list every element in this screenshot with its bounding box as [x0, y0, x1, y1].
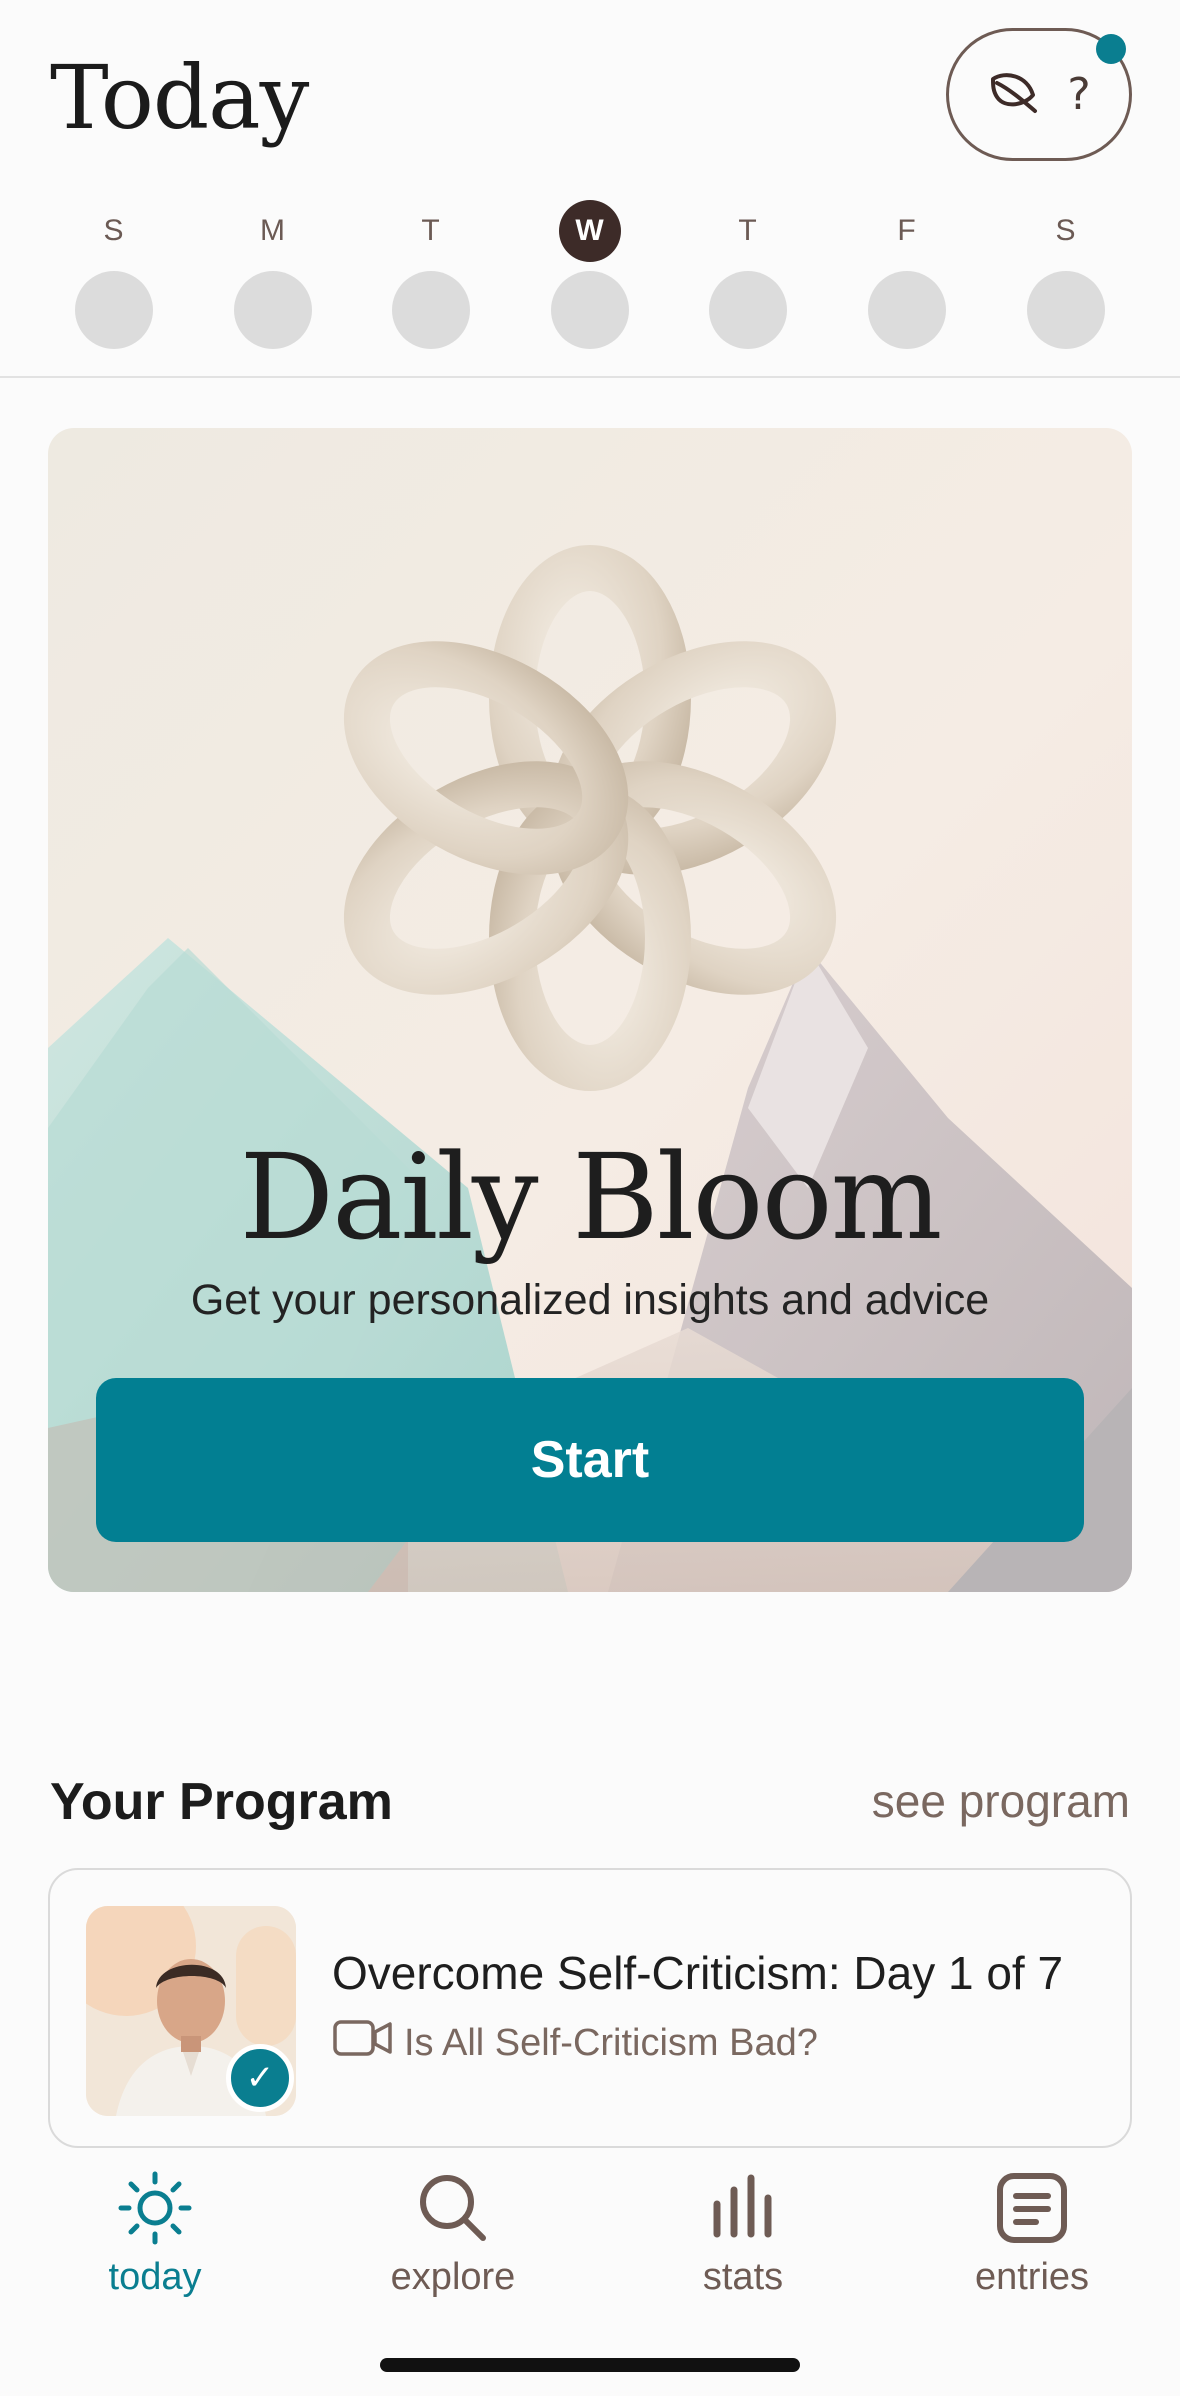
day-progress-circle	[868, 271, 946, 349]
search-icon	[343, 2168, 563, 2248]
day-letter: F	[897, 214, 917, 247]
bar-chart-icon	[633, 2168, 853, 2248]
day-letter: M	[260, 214, 286, 247]
day-monday[interactable]: M	[223, 200, 323, 349]
nav-today-label: today	[108, 2256, 202, 2298]
day-letter: T	[738, 214, 758, 247]
nav-explore[interactable]: explore	[343, 2168, 563, 2299]
lesson-title: Is All Self-Criticism Bad?	[404, 2021, 818, 2064]
nav-stats-label: stats	[702, 2256, 784, 2298]
program-name: Overcome Self-Criticism: Day 1 of 7	[332, 1947, 1064, 1999]
help-label: ?	[1067, 69, 1091, 120]
day-letter: T	[421, 214, 441, 247]
page-title: Today	[50, 46, 309, 149]
video-icon	[332, 2018, 394, 2068]
program-heading: Your Program	[50, 1773, 393, 1831]
day-thursday[interactable]: T	[698, 200, 798, 349]
nav-entries-label: entries	[974, 2256, 1090, 2298]
notification-dot	[1096, 34, 1126, 64]
see-program-link[interactable]: see program	[872, 1774, 1130, 1828]
day-letter: S	[1055, 214, 1077, 247]
day-wednesday[interactable]: W	[540, 200, 640, 349]
day-progress-circle	[1027, 271, 1105, 349]
program-lesson: Is All Self-Criticism Bad?	[332, 2018, 818, 2068]
start-button[interactable]: Start	[96, 1378, 1084, 1542]
day-progress-circle	[551, 271, 629, 349]
leaf-icon	[987, 69, 1041, 120]
day-letter: S	[103, 214, 125, 247]
sun-icon	[45, 2168, 265, 2248]
hero-subtitle: Get your personalized insights and advic…	[190, 1276, 990, 1324]
day-tuesday[interactable]: T	[381, 200, 481, 349]
nav-entries[interactable]: entries	[922, 2168, 1142, 2299]
day-saturday[interactable]: S	[1016, 200, 1116, 349]
hero-title: Daily Bloom	[239, 1128, 942, 1266]
day-progress-circle	[709, 271, 787, 349]
journal-icon	[922, 2168, 1142, 2248]
nav-today[interactable]: today	[45, 2168, 265, 2299]
home-indicator[interactable]	[380, 2358, 800, 2372]
nav-stats[interactable]: stats	[633, 2168, 853, 2299]
day-friday[interactable]: F	[857, 200, 957, 349]
day-letter-active: W	[559, 200, 621, 262]
program-card[interactable]: ✓ Overcome Self-Criticism: Day 1 of 7 Is…	[48, 1868, 1132, 2148]
day-progress-circle	[392, 271, 470, 349]
completed-check-icon: ✓	[226, 2044, 294, 2112]
day-progress-circle	[234, 271, 312, 349]
week-strip: S M T W T F S	[0, 200, 1180, 355]
nav-explore-label: explore	[390, 2256, 516, 2298]
daily-bloom-card[interactable]: Daily Bloom Get your personalized insigh…	[48, 428, 1132, 1592]
day-progress-circle	[75, 271, 153, 349]
day-sunday[interactable]: S	[64, 200, 164, 349]
header-divider	[0, 376, 1180, 378]
